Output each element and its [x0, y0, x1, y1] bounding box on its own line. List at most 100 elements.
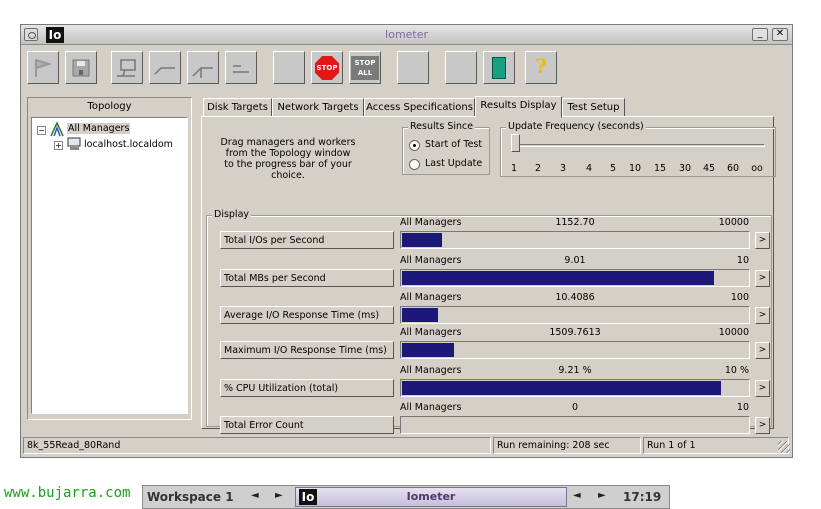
close-button[interactable]: ✕: [772, 28, 788, 41]
progress-bar-track[interactable]: [400, 231, 750, 249]
tick-label: 1: [510, 163, 518, 174]
disconnect-button[interactable]: [225, 51, 257, 84]
tab-access-specifications[interactable]: Access Specifications: [364, 98, 475, 117]
row-value: 9.21 %: [558, 365, 592, 376]
collapse-all-managers-icon[interactable]: −: [37, 126, 46, 135]
progress-bar-track[interactable]: [400, 341, 750, 359]
resize-grip-icon[interactable]: [778, 441, 790, 453]
progress-bar-fill: [402, 343, 454, 357]
toolbar: STOP STOP ALL ?: [25, 51, 565, 87]
toolbar-blank-button-3[interactable]: [445, 51, 477, 84]
stop-all-button[interactable]: STOP ALL: [349, 51, 381, 84]
progress-bar-track[interactable]: [400, 306, 750, 324]
help-icon: ?: [535, 54, 547, 78]
row-max: 100: [730, 292, 749, 303]
new-network-worker-icon: [192, 67, 213, 78]
status-run-remaining: Run remaining: 208 sec: [493, 437, 641, 454]
tree-item-all-managers[interactable]: All Managers: [67, 123, 131, 134]
toolbar-blank-button-2[interactable]: [397, 51, 429, 84]
results-since-label: Results Since: [408, 121, 476, 132]
progress-bar-track[interactable]: [400, 416, 750, 434]
taskbar-iometer-task[interactable]: Io Iometer: [295, 487, 567, 507]
results-since-group: Results Since Start of Test Last Update: [402, 121, 490, 175]
title-bar[interactable]: Io Iometer _ ✕: [21, 25, 792, 45]
expand-localhost-icon[interactable]: +: [54, 141, 63, 150]
clock: 17:19: [623, 490, 662, 504]
progress-bar-track[interactable]: [400, 269, 750, 287]
row-manager: All Managers: [400, 217, 462, 228]
row-max: 10000: [718, 217, 749, 228]
watermark: www.bujarra.com: [4, 485, 131, 501]
start-of-test-label[interactable]: Start of Test: [425, 139, 482, 150]
toolbar-blank-button-1[interactable]: [273, 51, 305, 84]
metric-button-total-ios[interactable]: Total I/Os per Second: [220, 231, 394, 249]
display-row: Maximum I/O Response Time (ms) All Manag…: [220, 327, 773, 365]
exit-button[interactable]: [483, 51, 515, 84]
tick-label: 30: [678, 163, 692, 174]
task-prev-button[interactable]: ◄: [573, 490, 581, 501]
stop-button[interactable]: STOP: [311, 51, 343, 84]
status-bar: 8k_55Read_80Rand Run remaining: 208 sec …: [21, 437, 792, 455]
status-run-count: Run 1 of 1: [643, 437, 789, 454]
display-row: Total I/Os per Second All Managers 1152.…: [220, 217, 773, 255]
drag-text-line-3: to the progress bar of your choice.: [224, 159, 352, 181]
save-icon: [72, 59, 90, 77]
status-config-name: 8k_55Read_80Rand: [23, 437, 491, 454]
tab-disk-targets[interactable]: Disk Targets: [203, 98, 272, 117]
metric-button-cpu[interactable]: % CPU Utilization (total): [220, 379, 394, 397]
display-row: Total MBs per Second All Managers 9.01 1…: [220, 255, 773, 293]
tick-label: 15: [653, 163, 667, 174]
exit-icon: [492, 57, 506, 79]
metric-button-max-response[interactable]: Maximum I/O Response Time (ms): [220, 341, 394, 359]
start-of-test-radio[interactable]: [409, 140, 420, 151]
drag-instructions: Drag managers and workers from the Topol…: [212, 137, 364, 181]
workspace-label[interactable]: Workspace 1: [147, 490, 234, 504]
row-value: 0: [571, 402, 579, 413]
tick-label: 5: [609, 163, 617, 174]
tab-test-setup[interactable]: Test Setup: [562, 98, 625, 117]
update-frequency-slider-thumb[interactable]: [511, 134, 520, 152]
tab-network-targets[interactable]: Network Targets: [272, 98, 364, 117]
progress-bar-fill: [402, 233, 442, 247]
minimize-button[interactable]: _: [752, 28, 768, 41]
tree-item-localhost[interactable]: localhost.localdom: [84, 139, 173, 150]
computer-icon: [67, 137, 81, 150]
row-max: 10: [736, 255, 749, 266]
start-tests-button[interactable]: [27, 51, 59, 84]
update-frequency-track[interactable]: [513, 144, 765, 147]
stop-all-label-bottom: ALL: [357, 69, 373, 77]
save-config-button[interactable]: [65, 51, 97, 84]
display-label: Display: [212, 209, 252, 220]
tick-label: 60: [726, 163, 740, 174]
display-row: Total Error Count All Managers 0 10 >: [220, 402, 773, 440]
tick-label: 3: [559, 163, 567, 174]
tick-label: 45: [702, 163, 716, 174]
topology-header: Topology: [87, 101, 132, 112]
metric-button-avg-response[interactable]: Average I/O Response Time (ms): [220, 306, 394, 324]
row-select-button[interactable]: >: [755, 417, 770, 434]
progress-bar-fill: [402, 271, 714, 285]
row-select-button[interactable]: >: [755, 307, 770, 324]
new-worker-button[interactable]: [149, 51, 181, 84]
metric-button-total-mbs[interactable]: Total MBs per Second: [220, 269, 394, 287]
progress-bar-track[interactable]: [400, 379, 750, 397]
metric-button-errors[interactable]: Total Error Count: [220, 416, 394, 434]
row-select-button[interactable]: >: [755, 232, 770, 249]
topology-tree[interactable]: − All Managers + localhost.localdom: [31, 117, 188, 414]
row-manager: All Managers: [400, 365, 462, 376]
row-select-button[interactable]: >: [755, 380, 770, 397]
tab-results-display[interactable]: Results Display: [475, 96, 562, 118]
workspace-prev-button[interactable]: ◄: [251, 490, 259, 501]
row-manager: All Managers: [400, 292, 462, 303]
workspace-next-button[interactable]: ►: [275, 490, 283, 501]
help-button[interactable]: ?: [525, 51, 557, 84]
new-network-worker-button[interactable]: [187, 51, 219, 84]
new-manager-button[interactable]: [111, 51, 143, 84]
last-update-label[interactable]: Last Update: [425, 158, 482, 169]
last-update-radio[interactable]: [409, 159, 420, 170]
update-frequency-label: Update Frequency (seconds): [506, 121, 646, 132]
task-next-button[interactable]: ►: [598, 490, 606, 501]
start-flag-icon: [35, 59, 53, 77]
row-select-button[interactable]: >: [755, 270, 770, 287]
row-select-button[interactable]: >: [755, 342, 770, 359]
